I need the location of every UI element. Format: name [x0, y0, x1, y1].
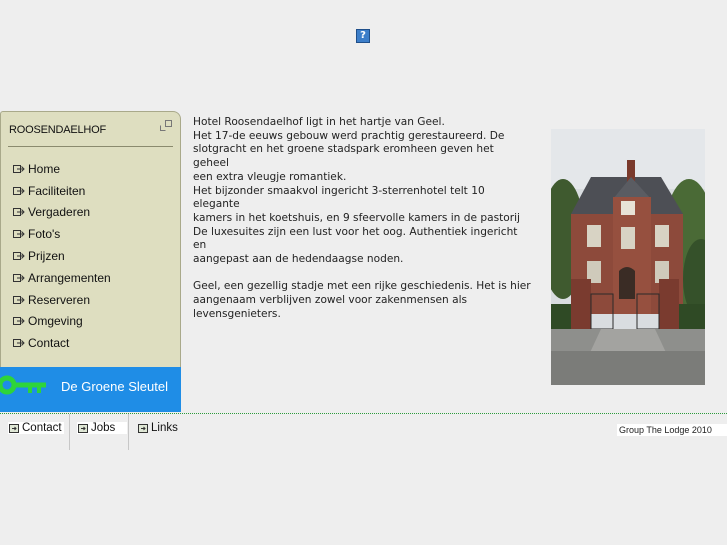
- text-line: aangenaam verblijven zowel voor zakenmen…: [193, 294, 468, 307]
- footer-tab-links[interactable]: Links: [129, 414, 189, 450]
- sidebar-title: ROOSENDAELHOF: [9, 124, 107, 136]
- copyright-text: Group The Lodge 2010: [617, 424, 727, 436]
- footer-tab-contact[interactable]: Contact: [0, 414, 70, 450]
- text-line: levensgenieters.: [193, 307, 281, 320]
- arrow-right-icon: [13, 252, 25, 261]
- arrow-right-icon: [13, 339, 25, 348]
- sidebar-item-label: Home: [28, 161, 61, 176]
- hotel-photo: [551, 129, 705, 385]
- arrow-right-icon: [13, 186, 25, 195]
- sidebar-item-vergaderen[interactable]: Vergaderen: [13, 202, 111, 224]
- help-icon[interactable]: ?: [356, 29, 370, 43]
- sidebar-item-label: Omgeving: [28, 314, 83, 329]
- footer-tab-label-box: Contact: [8, 422, 64, 434]
- text-line: Het bijzonder smaakvol ingericht 3-sterr…: [193, 184, 485, 211]
- footer-tab-label-box: Jobs: [77, 422, 127, 434]
- green-key-banner[interactable]: De Groene Sleutel: [0, 367, 181, 412]
- sidebar-item-contact[interactable]: Contact: [13, 332, 111, 354]
- sidebar-item-label: Foto's: [28, 227, 61, 242]
- text-line: kamers in het koetshuis, en 9 sfeervolle…: [193, 211, 520, 224]
- footer-tab-label: Links: [151, 422, 178, 434]
- footer-tab-label: Contact: [22, 422, 62, 434]
- sidebar-item-arrangementen[interactable]: Arrangementen: [13, 267, 111, 289]
- expand-icon[interactable]: [159, 119, 173, 132]
- sidebar-item-prijzen[interactable]: Prijzen: [13, 245, 111, 267]
- arrow-right-icon: [13, 208, 25, 217]
- sidebar-item-label: Prijzen: [28, 249, 65, 264]
- link-icon: [138, 423, 148, 433]
- arrow-right-icon: [13, 295, 25, 304]
- text-line: slotgracht en het groene stadspark eromh…: [193, 143, 494, 170]
- text-line: een extra vleugje romantiek.: [193, 170, 347, 183]
- sidebar-menu: Home Faciliteiten Vergaderen Foto's Prij…: [13, 158, 111, 354]
- arrow-right-icon: [13, 230, 25, 239]
- sidebar-item-omgeving[interactable]: Omgeving: [13, 311, 111, 333]
- sidebar-item-label: Contact: [28, 336, 70, 351]
- sidebar-item-reserveren[interactable]: Reserveren: [13, 289, 111, 311]
- sidebar-item-label: Arrangementen: [28, 270, 111, 285]
- text-line: aangepast aan de hedendaagse noden.: [193, 253, 404, 266]
- sidebar-divider: [8, 146, 173, 147]
- green-key-label: De Groene Sleutel: [61, 379, 168, 394]
- arrow-right-icon: [13, 317, 25, 326]
- link-icon: [9, 423, 19, 433]
- text-line: Geel, een gezellig stadje met een rijke …: [193, 280, 531, 293]
- footer-tab-label-box: Links: [137, 422, 180, 434]
- footer-tab-jobs[interactable]: Jobs: [70, 414, 129, 450]
- sidebar-item-label: Reserveren: [28, 292, 91, 307]
- footer-tab-label: Jobs: [91, 422, 116, 434]
- arrow-right-icon: [13, 164, 25, 173]
- key-icon: [0, 375, 46, 395]
- sidebar-item-fotos[interactable]: Foto's: [13, 223, 111, 245]
- link-icon: [78, 423, 88, 433]
- text-line: Hotel Roosendaelhof ligt in het hartje v…: [193, 116, 445, 128]
- text-line: Het 17-de eeuws gebouw werd prachtig ger…: [193, 129, 505, 142]
- arrow-right-icon: [13, 273, 25, 282]
- sidebar-item-home[interactable]: Home: [13, 158, 111, 180]
- sidebar-item-label: Faciliteiten: [28, 183, 86, 198]
- intro-text: Hotel Roosendaelhof ligt in het hartje v…: [193, 116, 533, 322]
- text-line: De luxesuites zijn een lust voor het oog…: [193, 225, 518, 252]
- sidebar-item-faciliteiten[interactable]: Faciliteiten: [13, 180, 111, 202]
- sidebar-item-label: Vergaderen: [28, 205, 91, 220]
